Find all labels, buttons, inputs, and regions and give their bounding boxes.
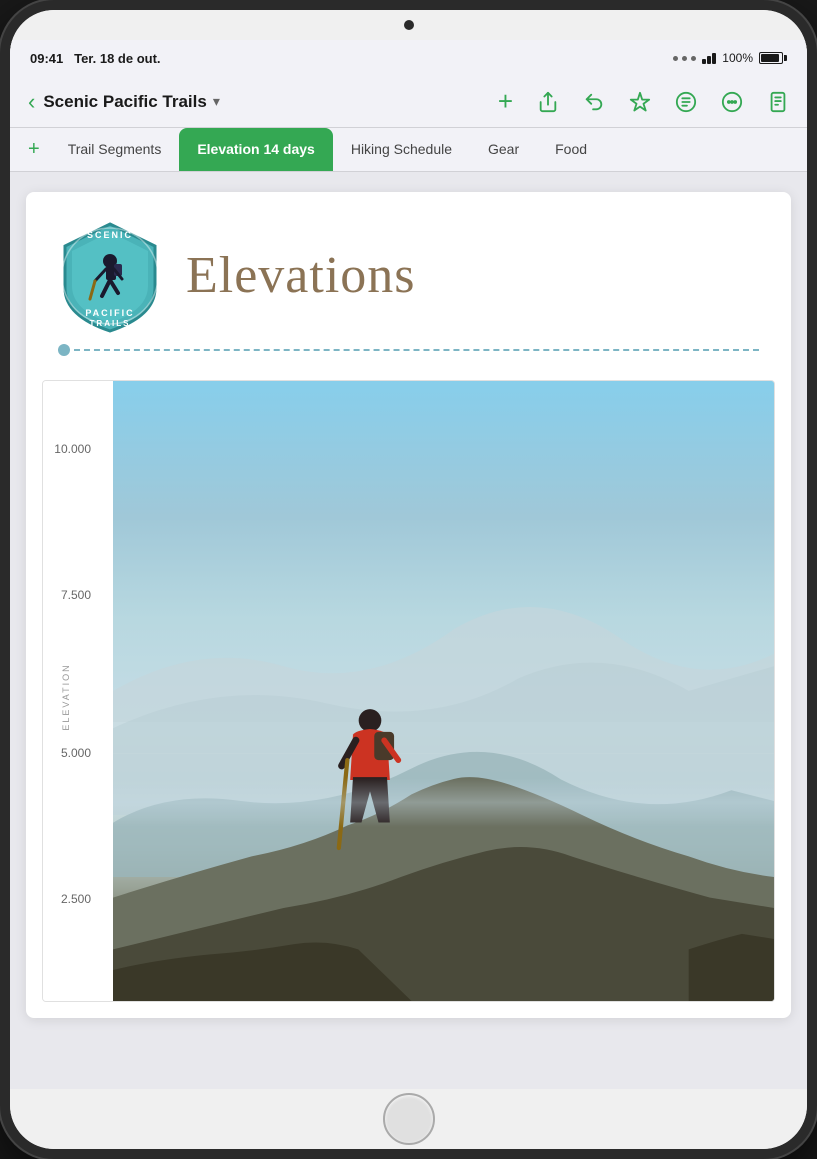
y-tick-2500: 2.500 (61, 892, 99, 906)
tab-food[interactable]: Food (537, 128, 605, 171)
undo-button[interactable] (579, 87, 609, 117)
battery-icon (759, 52, 787, 64)
status-bar: 09:41 Ter. 18 de out. 100% (10, 40, 807, 76)
doc-button[interactable] (763, 87, 793, 117)
chart-y-axis: ELEVATION 10.000 7.500 5.000 2.500 (43, 381, 113, 1001)
separator-container (26, 344, 791, 380)
page-header: SCENIC PACIFIC TRAILS Elevations (26, 192, 791, 336)
format-button[interactable] (671, 87, 701, 117)
nav-bar: ‹ Scenic Pacific Trails ▾ + (10, 76, 807, 128)
chart-area (113, 381, 774, 1001)
back-button[interactable]: ‹ (24, 85, 39, 119)
page-title-area: Elevations (186, 216, 767, 305)
separator-dashes (74, 349, 759, 351)
device-bottom-bar (10, 1089, 807, 1149)
add-tab-button[interactable]: + (18, 128, 50, 171)
nav-title: Scenic Pacific Trails ▾ (43, 92, 493, 112)
logo-badge: SCENIC PACIFIC TRAILS (50, 216, 170, 336)
tab-gear[interactable]: Gear (470, 128, 537, 171)
pin-button[interactable] (625, 87, 655, 117)
nav-actions: + (494, 82, 793, 121)
tab-trail-segments[interactable]: Trail Segments (50, 128, 180, 171)
separator-dot (58, 344, 70, 356)
tabs-bar: + Trail Segments Elevation 14 days Hikin… (10, 128, 807, 172)
share-button[interactable] (533, 87, 563, 117)
device-frame: 09:41 Ter. 18 de out. 100% (0, 0, 817, 1159)
tab-elevation-14-days[interactable]: Elevation 14 days (179, 128, 333, 171)
main-content: SCENIC PACIFIC TRAILS Elevations (10, 172, 807, 1089)
haze-band (113, 778, 774, 828)
y-axis-label: ELEVATION (61, 663, 71, 730)
screen: 09:41 Ter. 18 de out. 100% (10, 40, 807, 1089)
document-title: Scenic Pacific Trails (43, 92, 206, 112)
status-time: 09:41 Ter. 18 de out. (30, 51, 161, 66)
elevation-chart: ELEVATION 10.000 7.500 5.000 2.500 (42, 380, 775, 1002)
add-button[interactable]: + (494, 82, 517, 121)
y-tick-5000: 5.000 (61, 746, 99, 760)
y-tick-10000: 10.000 (54, 442, 99, 456)
page-title: Elevations (186, 246, 767, 305)
battery-percent: 100% (722, 51, 753, 65)
chart-image[interactable] (113, 381, 774, 1001)
camera-dot (404, 20, 414, 30)
tab-hiking-schedule[interactable]: Hiking Schedule (333, 128, 470, 171)
more-button[interactable] (717, 87, 747, 117)
y-tick-7500: 7.500 (61, 588, 99, 602)
home-button[interactable] (383, 1093, 435, 1145)
separator-line (58, 344, 759, 356)
title-chevron-icon[interactable]: ▾ (213, 93, 220, 110)
device-top-bar (10, 10, 807, 40)
three-dots (673, 56, 696, 61)
foreground-terrain (113, 691, 774, 1001)
wifi-icon (702, 53, 716, 64)
svg-text:PACIFIC: PACIFIC (85, 308, 134, 318)
status-right: 100% (673, 51, 787, 65)
page-content: SCENIC PACIFIC TRAILS Elevations (26, 192, 791, 1018)
